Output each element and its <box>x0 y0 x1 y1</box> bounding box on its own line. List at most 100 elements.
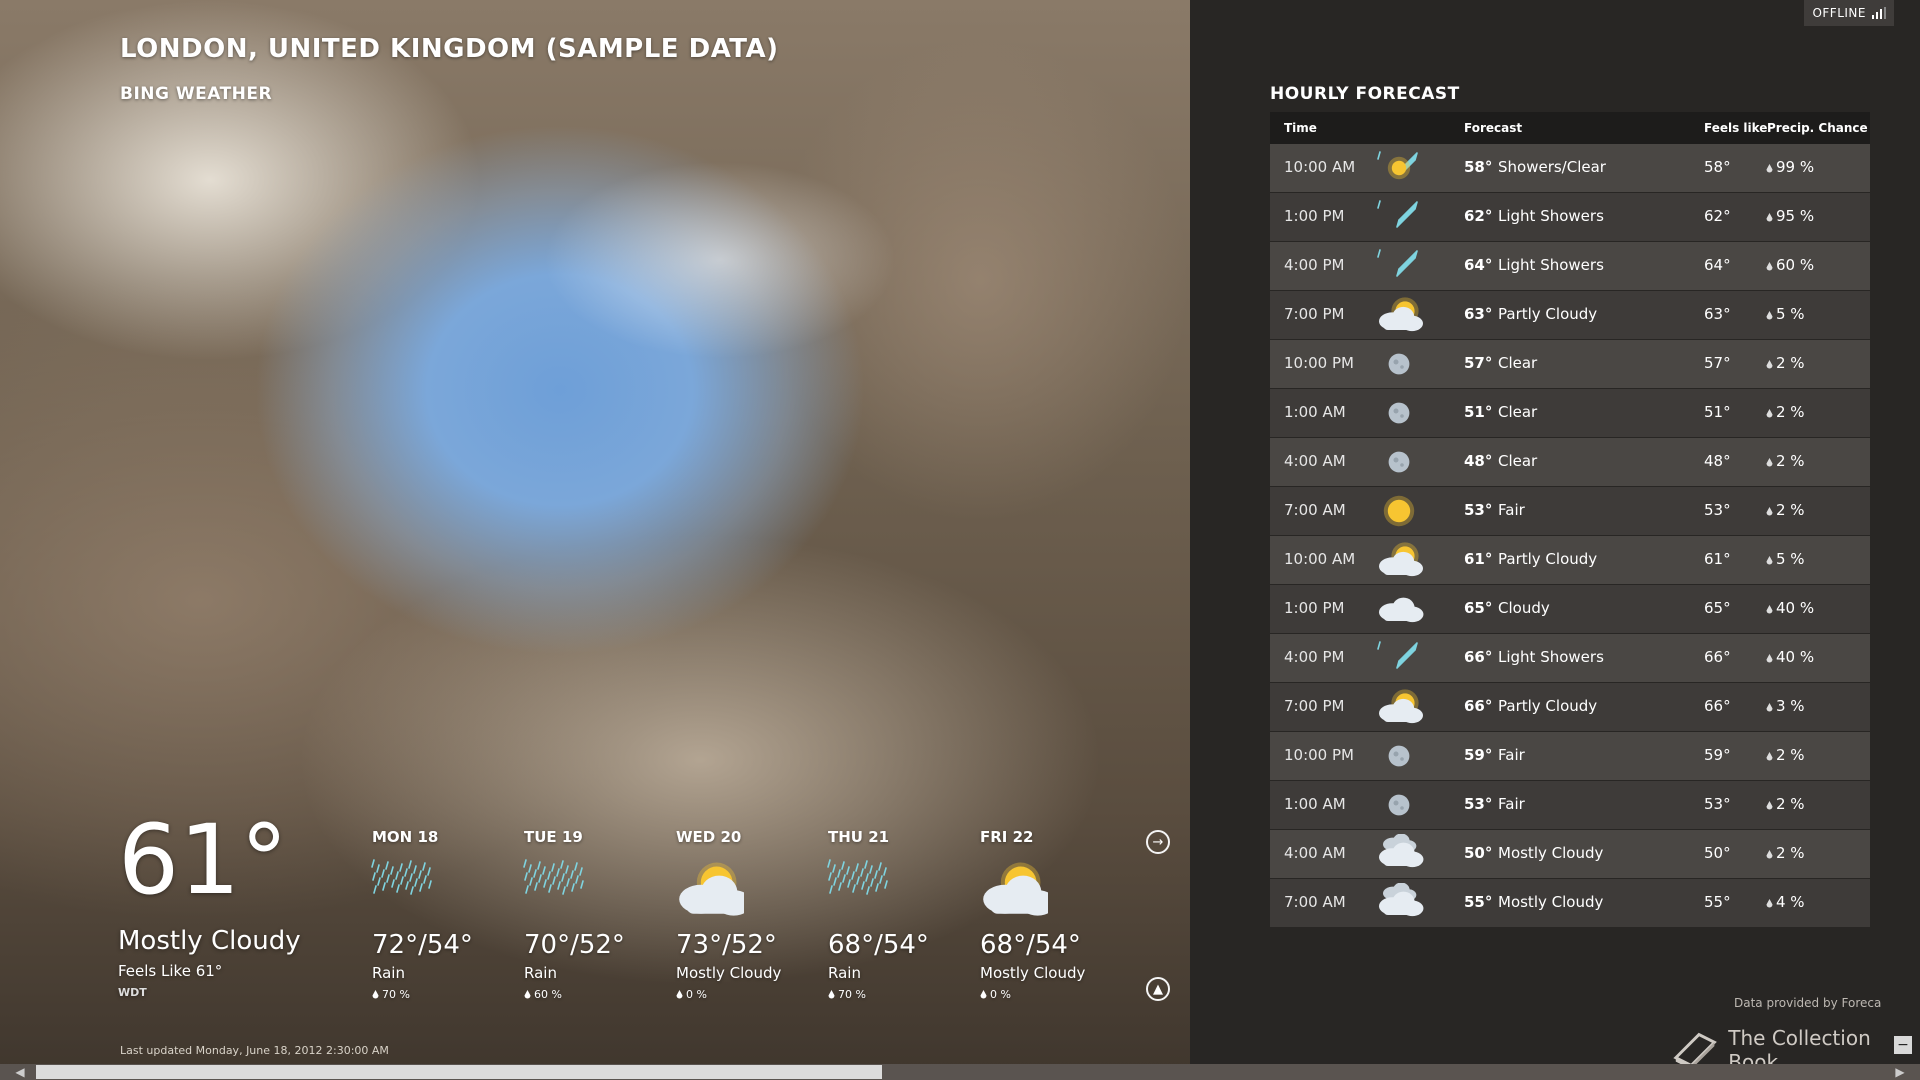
hour-feels-like: 58° <box>1704 158 1731 176</box>
light-showers-icon <box>1377 249 1418 277</box>
day-name: FRI 22 <box>980 828 1034 846</box>
hour-condition: Clear <box>1498 452 1538 470</box>
day-precip: 60 % <box>524 988 674 1001</box>
header-feels-like: Feels like <box>1704 121 1768 135</box>
moon-icon <box>1388 402 1410 424</box>
rain-icon <box>371 859 432 895</box>
hour-time: 4:00 PM <box>1284 648 1345 666</box>
hour-precip: 2 % <box>1766 501 1805 519</box>
hour-condition: Partly Cloudy <box>1498 697 1598 715</box>
hour-precip: 2 % <box>1766 354 1805 372</box>
day-name: MON 18 <box>372 828 439 846</box>
header-precip: Precip. Chance <box>1767 121 1868 135</box>
current-temp: 61° <box>118 804 289 916</box>
drop-icon <box>524 990 531 999</box>
hour-time: 7:00 AM <box>1284 501 1346 519</box>
hour-temp: 58° <box>1464 158 1493 176</box>
drop-icon <box>1766 262 1773 271</box>
daily-forecast: MON 18 72°/54° Rain 70 % TUE 19 70°/52° … <box>371 828 1112 1008</box>
hour-temp: 62° <box>1464 207 1493 225</box>
hour-temp: 53° <box>1464 795 1493 813</box>
station-code: WDT <box>118 986 147 999</box>
mostly-cloudy-icon <box>1379 883 1424 917</box>
hour-time: 4:00 AM <box>1284 452 1346 470</box>
hour-condition: Light Showers <box>1498 648 1604 666</box>
hour-temp: 57° <box>1464 354 1493 372</box>
day-forecast[interactable]: TUE 19 70°/52° Rain 60 % <box>523 828 674 1001</box>
day-range: 68°/54° <box>828 930 929 960</box>
hour-temp: 65° <box>1464 599 1493 617</box>
hour-feels-like: 59° <box>1704 746 1731 764</box>
hour-condition: Showers/Clear <box>1498 158 1606 176</box>
hour-feels-like: 57° <box>1704 354 1731 372</box>
drop-icon <box>1766 605 1773 614</box>
drop-icon <box>676 990 683 999</box>
day-forecast[interactable]: MON 18 72°/54° Rain 70 % <box>371 828 522 1001</box>
zoom-out-button[interactable]: − <box>1894 1036 1912 1054</box>
feels-like: Feels Like 61° <box>118 962 223 980</box>
status-badge[interactable]: OFFLINE <box>1804 0 1894 26</box>
hour-temp: 50° <box>1464 844 1493 862</box>
drop-icon <box>1766 507 1773 516</box>
drop-icon <box>1766 556 1773 565</box>
hour-precip: 5 % <box>1766 550 1805 568</box>
hour-temp: 53° <box>1464 501 1493 519</box>
hourly-row: 10:00 AM 58° Showers/Clear 58° 99 % <box>1270 144 1870 192</box>
hour-temp: 66° <box>1464 697 1493 715</box>
day-condition: Rain <box>828 964 861 982</box>
scroll-left-arrow[interactable]: ◀ <box>12 1064 28 1080</box>
current-condition: Mostly Cloudy <box>118 926 301 956</box>
hour-feels-like: 63° <box>1704 305 1731 323</box>
hourly-rows: 10:00 AM 58° Showers/Clear 58° 99 % 1:00 PM 62… <box>1270 144 1870 927</box>
hour-time: 7:00 PM <box>1284 305 1345 323</box>
hour-condition: Light Showers <box>1498 207 1604 225</box>
drop-icon <box>1766 164 1773 173</box>
hour-temp: 51° <box>1464 403 1493 421</box>
hour-time: 1:00 AM <box>1284 795 1346 813</box>
hourly-header: Time Forecast Feels like Precip. Chance <box>1270 112 1870 144</box>
hourly-title: HOURLY FORECAST <box>1270 84 1460 104</box>
next-days-button[interactable]: → <box>1146 830 1170 854</box>
scroll-up-button[interactable]: ▲ <box>1146 977 1170 1001</box>
hour-time: 4:00 PM <box>1284 256 1345 274</box>
hour-feels-like: 53° <box>1704 501 1731 519</box>
moon-icon <box>1388 451 1410 473</box>
moon-icon <box>1388 353 1410 375</box>
scroll-right-arrow[interactable]: ▶ <box>1892 1064 1908 1080</box>
hour-time: 7:00 AM <box>1284 893 1346 911</box>
showers-clear-icon <box>1377 151 1418 180</box>
hour-condition: Clear <box>1498 354 1538 372</box>
sun-icon <box>1383 495 1415 527</box>
hour-precip: 5 % <box>1766 305 1805 323</box>
hour-condition: Mostly Cloudy <box>1498 893 1604 911</box>
hour-time: 10:00 AM <box>1284 158 1356 176</box>
day-forecast[interactable]: FRI 22 68°/54° Mostly Cloudy 0 % <box>980 828 1130 1001</box>
hero-panel: LONDON, UNITED KINGDOM (SAMPLE DATA) BIN… <box>0 0 1190 1080</box>
day-range: 72°/54° <box>372 930 473 960</box>
hour-time: 1:00 AM <box>1284 403 1346 421</box>
drop-icon <box>828 990 835 999</box>
partly-cloudy-icon <box>1379 689 1423 724</box>
day-condition: Rain <box>524 964 557 982</box>
day-forecast[interactable]: WED 20 73°/52° Mostly Cloudy 0 % <box>676 828 826 1001</box>
hour-precip: 40 % <box>1766 648 1814 666</box>
hourly-row: 4:00 AM 48° Clear 48° 2 % <box>1270 438 1870 486</box>
hourly-row: 7:00 AM 53° Fair 53° 2 % <box>1270 487 1870 535</box>
hour-feels-like: 53° <box>1704 795 1731 813</box>
hour-precip: 2 % <box>1766 795 1805 813</box>
hourly-table: Time Forecast Feels like Precip. Chance … <box>1270 112 1870 928</box>
partly-cloudy-icon <box>983 862 1056 916</box>
day-condition: Mostly Cloudy <box>676 964 782 982</box>
app-name: BING WEATHER <box>120 84 273 104</box>
signal-icon <box>1872 7 1886 19</box>
scrollbar-thumb[interactable] <box>36 1065 882 1079</box>
rain-icon <box>827 859 888 895</box>
hour-precip: 2 % <box>1766 452 1805 470</box>
partly-cloudy-icon <box>1379 542 1423 577</box>
current-conditions: 61° Mostly Cloudy Feels Like 61° WDT <box>118 812 301 999</box>
hourly-row: 10:00 PM 57° Clear 57° 2 % <box>1270 340 1870 388</box>
hour-temp: 55° <box>1464 893 1493 911</box>
partly-cloudy-icon <box>1379 297 1423 332</box>
day-forecast[interactable]: THU 21 68°/54° Rain 70 % <box>827 828 978 1001</box>
location-title[interactable]: LONDON, UNITED KINGDOM (SAMPLE DATA) <box>120 34 779 64</box>
